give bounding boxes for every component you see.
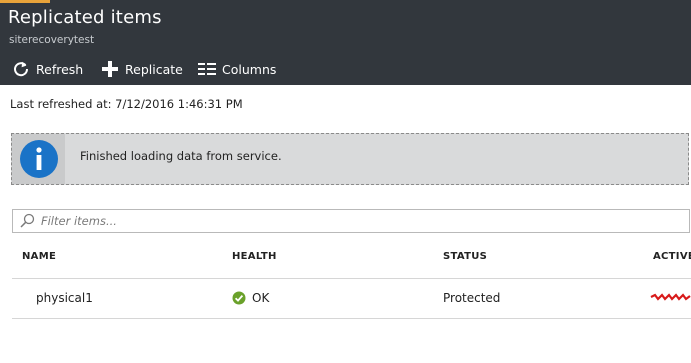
info-icon-container — [12, 134, 65, 184]
column-header-health[interactable]: HEALTH — [232, 251, 277, 262]
table-header-divider — [12, 278, 691, 279]
cell-status: Protected — [443, 291, 501, 305]
replicate-button[interactable]: Replicate — [101, 56, 183, 82]
page-subtitle: siterecoverytest — [9, 34, 95, 46]
columns-label: Columns — [222, 61, 277, 77]
cell-health: OK — [232, 291, 269, 305]
refresh-icon — [14, 61, 29, 77]
info-icon — [20, 140, 58, 178]
filter-input[interactable] — [39, 213, 643, 229]
info-banner: Finished loading data from service. — [11, 133, 689, 185]
command-bar: Refresh Replicate Columns — [0, 56, 691, 82]
column-header-status[interactable]: STATUS — [443, 251, 487, 262]
refresh-button[interactable]: Refresh — [12, 56, 83, 82]
columns-icon — [198, 63, 216, 75]
table-row-divider — [12, 318, 691, 319]
refresh-label: Refresh — [36, 61, 84, 77]
plus-icon — [102, 61, 118, 77]
ok-check-icon — [232, 291, 246, 305]
health-label: OK — [252, 291, 270, 305]
search-icon — [20, 213, 35, 228]
columns-button[interactable]: Columns — [198, 56, 276, 82]
column-header-active[interactable]: ACTIVE — [653, 251, 691, 262]
header-accent-bar — [0, 0, 50, 3]
cell-name: physical1 — [36, 291, 93, 305]
info-banner-message: Finished loading data from service. — [80, 149, 282, 163]
blade-header: Replicated items siterecoverytest Refres… — [0, 0, 691, 85]
filter-box — [12, 209, 690, 233]
redaction-scribble — [650, 293, 691, 301]
column-header-name[interactable]: NAME — [22, 251, 56, 262]
replicate-label: Replicate — [125, 61, 183, 77]
page-title: Replicated items — [8, 7, 162, 28]
last-refreshed-text: Last refreshed at: 7/12/2016 1:46:31 PM — [10, 97, 243, 111]
